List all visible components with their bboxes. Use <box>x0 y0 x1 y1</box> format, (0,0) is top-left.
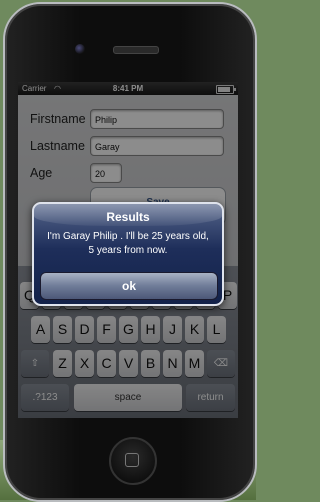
screen: Carrier ◠ 8:41 PM Firstname Philip Lastn… <box>18 82 238 418</box>
results-alert: Results I'm Garay Philip . I'll be 25 ye… <box>32 202 224 306</box>
alert-title: Results <box>106 210 150 224</box>
speaker-grille <box>113 46 159 54</box>
home-square-icon <box>125 453 139 467</box>
home-button[interactable] <box>109 437 157 485</box>
camera-icon <box>75 44 85 54</box>
ok-button[interactable]: ok <box>40 272 218 300</box>
alert-message: I'm Garay Philip . I'll be 25 years old,… <box>47 231 209 256</box>
